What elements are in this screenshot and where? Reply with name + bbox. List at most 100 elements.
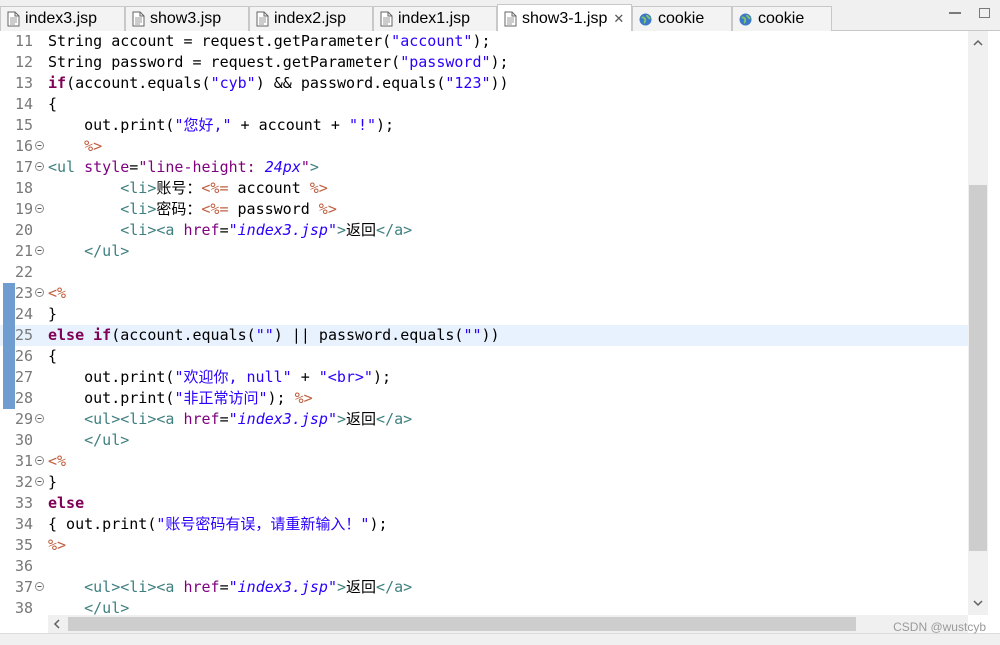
code-line: 34 { out.print("账号密码有误，请重新输入！"); <box>0 514 968 535</box>
scroll-down-icon[interactable] <box>973 598 983 608</box>
code-line: 26 { <box>0 346 968 367</box>
change-marker <box>3 304 15 325</box>
change-marker <box>3 325 15 346</box>
fold-collapse-icon[interactable] <box>35 246 44 255</box>
html-tag: > <box>337 410 347 428</box>
code-text: <ul><li><a href="index3.jsp">返回</a> <box>48 577 412 598</box>
code-token: password <box>228 200 319 218</box>
window-controls <box>949 6 990 18</box>
horizontal-scrollbar[interactable] <box>48 615 968 633</box>
jsp-file-icon <box>380 11 393 27</box>
line-number: 28 <box>15 389 34 407</box>
tab-index2-jsp[interactable]: index2.jsp <box>249 6 373 31</box>
code-text: </ul> <box>48 598 129 615</box>
tab-index1-jsp[interactable]: index1.jsp <box>373 6 497 31</box>
code-token: 返回 <box>346 410 377 428</box>
html-tag: <ul><li><a <box>84 578 175 596</box>
code-text: out.print("欢迎你, null" + "<br>"); <box>48 367 391 388</box>
maximize-icon[interactable] <box>979 8 990 18</box>
line-number: 14 <box>15 95 34 113</box>
tab-show3-1-jsp[interactable]: show3-1.jsp ✕ <box>497 4 632 32</box>
fold-collapse-icon[interactable] <box>35 162 44 171</box>
code-line-current: 25 else if(account.equals("") || passwor… <box>0 325 968 346</box>
close-tab-icon[interactable]: ✕ <box>613 11 624 27</box>
code-token: { out.print( <box>48 515 157 533</box>
code-line: 15 out.print("您好," + account + "!"); <box>0 115 968 136</box>
code-line: 23 <% <box>0 283 968 304</box>
scroll-up-icon[interactable] <box>973 38 983 48</box>
tab-cookie-2[interactable]: cookie <box>732 6 832 31</box>
code-line: 22 <box>0 262 968 283</box>
line-number: 24 <box>15 305 34 323</box>
code-editor[interactable]: 11 String account = request.getParameter… <box>0 31 968 615</box>
code-text: %> <box>48 136 102 157</box>
code-token: ); <box>490 53 509 71</box>
code-line: 24 } <box>0 304 968 325</box>
html-tag: </a> <box>376 221 413 239</box>
code-text: { out.print("账号密码有误，请重新输入！"); <box>48 514 388 535</box>
code-token: account <box>228 179 310 197</box>
scroll-left-icon[interactable] <box>52 619 62 629</box>
code-line: 13 if(account.equals("cyb") && password.… <box>0 73 968 94</box>
html-tag: <li><a <box>120 221 175 239</box>
change-marker <box>3 367 15 388</box>
code-text: <li><a href="index3.jsp">返回</a> <box>48 220 412 241</box>
string-literal: "123" <box>445 74 491 92</box>
html-tag: </a> <box>376 410 413 428</box>
tab-index3-jsp[interactable]: index3.jsp <box>0 6 125 31</box>
tab-label: index3.jsp <box>25 10 98 27</box>
fold-collapse-icon[interactable] <box>35 288 44 297</box>
minimize-icon[interactable] <box>949 6 961 18</box>
html-attribute: href <box>183 410 220 428</box>
fold-collapse-icon[interactable] <box>35 414 44 423</box>
overview-ruler <box>988 31 1000 615</box>
attribute-value: "index3.jsp" <box>228 410 337 428</box>
code-token: )) <box>481 326 500 344</box>
css-property: "line-height: <box>138 158 265 176</box>
code-line: 33 else <box>0 493 968 514</box>
change-marker <box>3 283 15 304</box>
line-number: 15 <box>15 116 34 134</box>
code-token: ); <box>267 389 295 407</box>
line-number: 22 <box>15 263 34 281</box>
css-value: 24px <box>264 158 301 176</box>
string-literal: "您好," <box>174 116 232 134</box>
fold-collapse-icon[interactable] <box>35 582 44 591</box>
fold-collapse-icon[interactable] <box>35 456 44 465</box>
fold-collapse-icon[interactable] <box>35 141 44 150</box>
code-text: { <box>48 94 57 115</box>
jsp-delimiter: %> <box>48 536 67 554</box>
code-text: </ul> <box>48 241 129 262</box>
line-number: 30 <box>15 431 34 449</box>
code-line: 19 <li>密码：<%= password %> <box>0 199 968 220</box>
fold-collapse-icon[interactable] <box>35 477 44 486</box>
line-number: 33 <box>15 494 34 512</box>
line-number: 20 <box>15 221 34 239</box>
vertical-scrollbar[interactable] <box>968 31 988 615</box>
fold-collapse-icon[interactable] <box>35 204 44 213</box>
code-token: ); <box>472 32 491 50</box>
code-token: } <box>48 305 58 323</box>
vertical-scroll-thumb[interactable] <box>969 185 987 551</box>
code-text: } <box>48 472 57 493</box>
horizontal-scroll-thumb[interactable] <box>68 617 856 631</box>
code-line: 28 out.print("非正常访问"); %> <box>0 388 968 409</box>
watermark: CSDN @wustcyb <box>893 620 986 634</box>
html-tag: </ul> <box>84 599 130 615</box>
jsp-delimiter: <% <box>48 284 67 302</box>
code-text: <ul><li><a href="index3.jsp">返回</a> <box>48 409 412 430</box>
tab-label: index2.jsp <box>274 10 347 27</box>
html-tag: </ul> <box>84 431 130 449</box>
string-literal: "" <box>463 326 482 344</box>
code-line: 32 } <box>0 472 968 493</box>
code-token: ); <box>369 515 388 533</box>
tab-show3-jsp[interactable]: show3.jsp <box>125 6 249 31</box>
tab-cookie-1[interactable]: cookie <box>632 6 732 31</box>
code-text: else if(account.equals("") || password.e… <box>48 325 500 346</box>
jsp-file-icon <box>256 11 269 27</box>
code-text: String account = request.getParameter("a… <box>48 31 491 52</box>
html-tag: > <box>309 158 319 176</box>
code-text: } <box>48 304 57 325</box>
